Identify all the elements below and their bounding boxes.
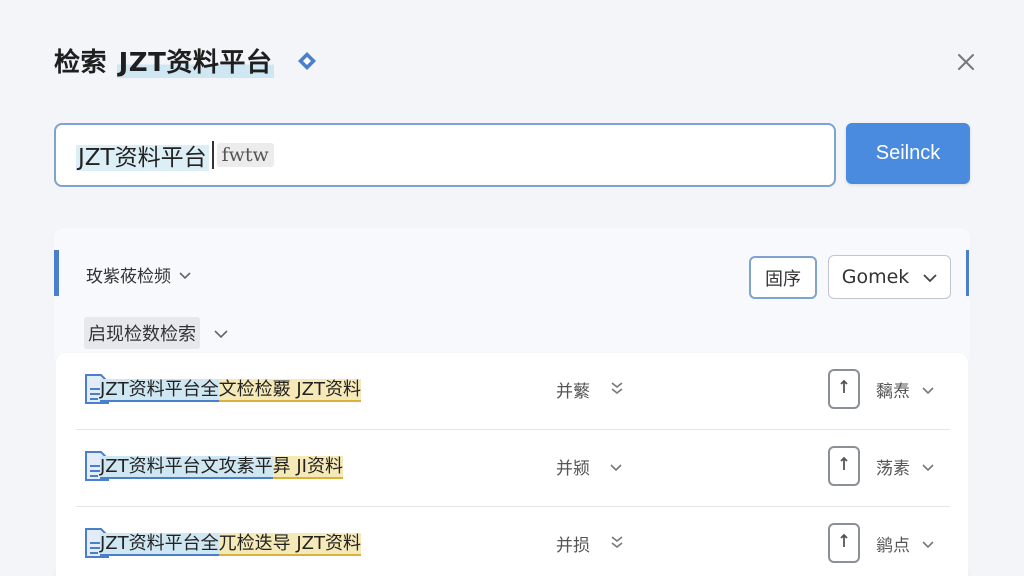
chevron-down-icon [922, 457, 934, 477]
attachment-button[interactable] [828, 523, 860, 563]
attachment-button[interactable] [828, 369, 860, 409]
chevron-down-icon [922, 534, 934, 554]
sub-filter-dropdown[interactable]: 启现检数检索 [84, 317, 228, 349]
result-status-dropdown[interactable]: 并损 [556, 531, 624, 556]
pin-icon [839, 533, 849, 553]
results-list: JZT资料平台全文检检覈 JZT资料 并蘩 黐焘 JZT资料平台文攻素平昪 JI… [56, 353, 968, 576]
chevron-down-icon [179, 265, 191, 285]
search-query-text: JZT资料平台 [76, 138, 209, 172]
engine-select[interactable]: Gomek [828, 255, 951, 299]
result-tag-dropdown[interactable]: 黐焘 [876, 377, 934, 402]
result-title-extra: 兀检迭导 JZT资料 [218, 533, 361, 556]
type-filter-dropdown[interactable]: 玫紫莜检频 [86, 262, 191, 287]
engine-select-value: Gomek [841, 266, 910, 288]
result-title-match: JZT资料平台全 [100, 379, 219, 402]
double-chevron-icon [610, 534, 624, 554]
pin-icon [839, 456, 849, 476]
ime-composition: fwtw [216, 143, 274, 167]
result-tag: 黐焘 [876, 382, 910, 402]
result-status: 并蘩 [556, 382, 590, 402]
result-title-match: JZT资料平台全 [100, 533, 219, 556]
title-main: JZT资料平台 [116, 48, 275, 78]
type-filter-label: 玫紫莜检频 [86, 267, 171, 287]
diamond-icon [296, 50, 318, 72]
result-tag-dropdown[interactable]: 荡素 [876, 454, 934, 479]
close-icon[interactable] [950, 46, 982, 78]
page-title: 检索 JZT资料平台 [54, 42, 275, 79]
chevron-down-icon [922, 380, 934, 400]
chevron-down-icon [214, 324, 228, 343]
panel-accent-left [54, 250, 59, 296]
result-row[interactable]: JZT资料平台文攻素平昪 JI资料 并颍 荡素 [76, 429, 950, 505]
result-status: 并损 [556, 536, 590, 556]
result-status-dropdown[interactable]: 并蘩 [556, 377, 624, 402]
result-title-extra: 文检检覈 JZT资料 [218, 379, 361, 402]
search-button[interactable]: Seilnck [846, 123, 970, 184]
panel-accent-right [966, 250, 969, 296]
result-title[interactable]: JZT资料平台文攻素平昪 JI资料 [100, 452, 343, 479]
result-status: 并颍 [556, 459, 590, 479]
search-input[interactable]: JZT资料平台 fwtw [54, 123, 836, 187]
result-tag-dropdown[interactable]: 鹟点 [876, 531, 934, 556]
result-status-dropdown[interactable]: 并颍 [556, 454, 622, 479]
chevron-down-icon [923, 266, 937, 288]
order-button[interactable]: 固序 [749, 256, 817, 299]
attachment-button[interactable] [828, 446, 860, 486]
result-title[interactable]: JZT资料平台全兀检迭导 JZT资料 [100, 529, 361, 556]
result-title[interactable]: JZT资料平台全文检检覈 JZT资料 [100, 375, 361, 402]
page-header: 检索 JZT资料平台 [54, 42, 318, 79]
sub-filter-label: 启现检数检索 [84, 317, 200, 349]
search-query: JZT资料平台 [76, 145, 209, 171]
result-row[interactable]: JZT资料平台全兀检迭导 JZT资料 并损 鹟点 [76, 506, 950, 576]
result-title-match: JZT资料平台文攻素平 [100, 456, 273, 479]
text-caret [211, 141, 214, 169]
double-chevron-icon [610, 380, 624, 400]
chevron-down-icon [610, 457, 622, 477]
pin-icon [839, 379, 849, 399]
title-prefix: 检索 [54, 48, 108, 78]
result-title-extra: 昪 JI资料 [272, 456, 343, 479]
result-tag: 鹟点 [876, 536, 910, 556]
result-tag: 荡素 [876, 459, 910, 479]
result-row[interactable]: JZT资料平台全文检检覈 JZT资料 并蘩 黐焘 [76, 353, 950, 429]
